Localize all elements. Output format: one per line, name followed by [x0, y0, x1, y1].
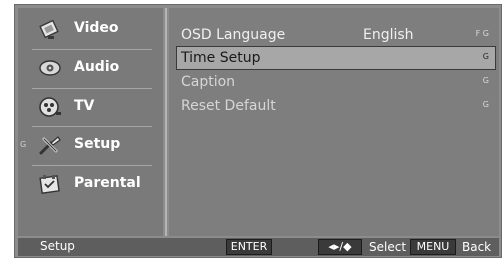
sidebar-item-tv[interactable]: TV [18, 92, 163, 122]
menu-row-value: English [363, 27, 414, 43]
menu-row-label: Time Setup [181, 50, 261, 66]
sidebar-divider [32, 88, 152, 89]
menu-row-reset-default[interactable]: Reset Default G [177, 95, 495, 117]
menu-row-note: G [482, 100, 489, 109]
sidebar-item-label: TV [74, 98, 95, 114]
sidebar-divider [32, 126, 152, 127]
menu-row-osd-language[interactable]: OSD Language English F G [177, 24, 495, 46]
menu-row-note: G [482, 76, 489, 85]
video-icon [39, 19, 59, 39]
setup-menu: OSD Language English F G Time Setup G Ca… [169, 8, 499, 236]
menu-row-label: Caption [181, 74, 236, 90]
sidebar-divider [32, 165, 152, 166]
setup-icon [39, 136, 61, 155]
tv-icon [39, 97, 61, 117]
menu-row-caption[interactable]: Caption G [177, 71, 495, 93]
sidebar-item-label: Parental [74, 175, 141, 191]
footer-title: Setup [40, 239, 75, 253]
audio-icon [39, 60, 61, 76]
menu-row-note: G [482, 52, 489, 61]
back-hint: Back [462, 240, 492, 254]
sidebar-item-label: Video [74, 20, 119, 36]
sidebar-divider [32, 49, 152, 50]
arrows-button[interactable]: ◂▸/◆ [318, 239, 362, 255]
menu-row-time-setup[interactable]: Time Setup G [176, 46, 496, 70]
menu-row-note: F G [475, 29, 489, 38]
sidebar-item-label: Audio [74, 59, 120, 75]
menu-button[interactable]: MENU [410, 239, 456, 255]
sidebar-item-video[interactable]: Video [18, 14, 163, 44]
sidebar: Video Audio TV G Setup Parental [18, 8, 163, 236]
tv-menu-screen: Video Audio TV G Setup Parental OSD Lang… [14, 4, 502, 258]
parental-icon [39, 175, 60, 194]
footer-bar: Setup ENTER ◂▸/◆ Select MENU Back [18, 238, 499, 256]
menu-row-label: Reset Default [181, 98, 276, 114]
select-hint: Select [369, 240, 407, 254]
menu-row-label: OSD Language [181, 27, 286, 43]
enter-button[interactable]: ENTER [226, 239, 272, 255]
setup-marker: G [20, 140, 27, 149]
sidebar-item-setup[interactable]: G Setup [18, 130, 163, 160]
sidebar-item-audio[interactable]: Audio [18, 53, 163, 83]
panel-divider [165, 8, 167, 236]
sidebar-item-parental[interactable]: Parental [18, 169, 163, 199]
sidebar-item-label: Setup [74, 136, 121, 152]
